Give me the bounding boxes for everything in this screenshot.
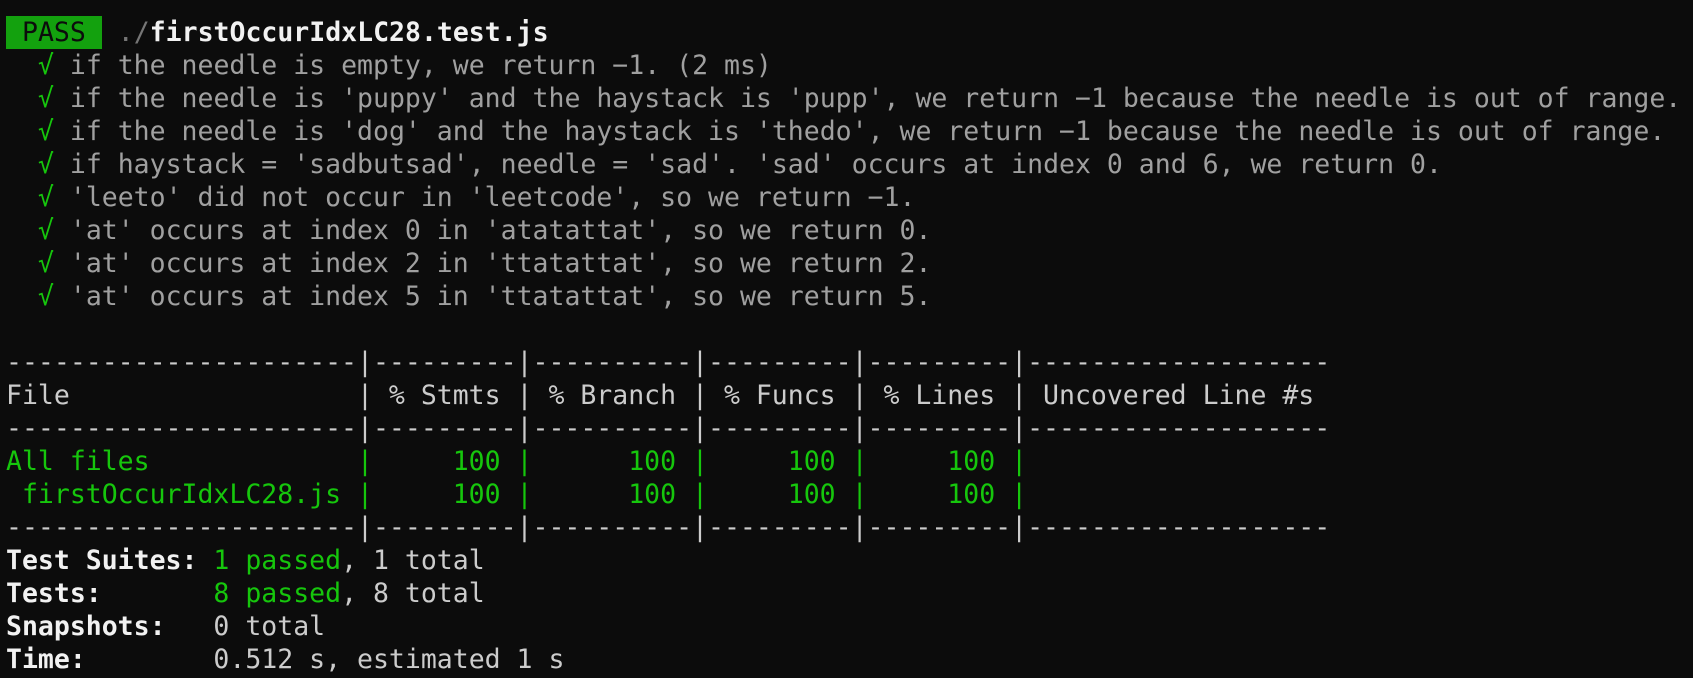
test-description: if haystack = 'sadbutsad', needle = 'sad… xyxy=(69,149,1442,180)
coverage-row-file: firstOccurIdxLC28.js | 100 | 100 | 100 |… xyxy=(6,479,1028,510)
summary-label: Time: xyxy=(6,644,214,675)
check-icon: √ xyxy=(37,83,54,114)
test-result-line: √ if the needle is 'dog' and the haystac… xyxy=(6,115,1693,148)
check-icon: √ xyxy=(37,281,54,312)
test-result-line: √ 'leeto' did not occur in 'leetcode', s… xyxy=(6,181,1693,214)
test-result-line: √ 'at' occurs at index 5 in 'ttatattat',… xyxy=(6,280,1693,313)
summary-total: , 8 total xyxy=(341,578,485,609)
summary-label: Tests: xyxy=(6,578,214,609)
test-result-line: √ if the needle is empty, we return −1. … xyxy=(6,49,1693,82)
coverage-separator: ----------------------|---------|-------… xyxy=(6,512,1331,543)
summary-snapshots: Snapshots: 0 total xyxy=(6,610,1693,643)
test-description: 'at' occurs at index 0 in 'atatattat', s… xyxy=(69,215,932,246)
test-result-line: √ if haystack = 'sadbutsad', needle = 's… xyxy=(6,148,1693,181)
check-icon: √ xyxy=(37,215,54,246)
check-icon: √ xyxy=(37,182,54,213)
test-result-line: √ 'at' occurs at index 2 in 'ttatattat',… xyxy=(6,247,1693,280)
check-icon: √ xyxy=(37,50,54,81)
test-description: 'leeto' did not occur in 'leetcode', so … xyxy=(69,182,916,213)
pass-badge: PASS xyxy=(6,16,102,49)
test-description: if the needle is 'dog' and the haystack … xyxy=(69,116,1666,147)
check-icon: √ xyxy=(37,149,54,180)
test-description: if the needle is empty, we return −1. (2… xyxy=(69,50,772,81)
coverage-separator: ----------------------|---------|-------… xyxy=(6,413,1331,444)
test-description: 'at' occurs at index 5 in 'ttatattat', s… xyxy=(69,281,932,312)
coverage-row-all-files: All files | 100 | 100 | 100 | 100 | xyxy=(6,446,1028,477)
test-description: if the needle is 'puppy' and the haystac… xyxy=(69,83,1682,114)
test-description: 'at' occurs at index 2 in 'ttatattat', s… xyxy=(69,248,932,279)
test-file-name: firstOccurIdxLC28.test.js xyxy=(149,17,549,48)
summary-time: Time: 0.512 s, estimated 1 s xyxy=(6,643,1693,676)
summary-tests: Tests: 8 passed, 8 total xyxy=(6,577,1693,610)
test-result-line: √ 'at' occurs at index 0 in 'atatattat',… xyxy=(6,214,1693,247)
summary-label: Test Suites: xyxy=(6,545,214,576)
summary-label: Snapshots: xyxy=(6,611,214,642)
check-icon: √ xyxy=(37,248,54,279)
summary-test-suites: Test Suites: 1 passed, 1 total xyxy=(6,544,1693,577)
summary-value: 0 total xyxy=(213,611,326,642)
test-result-line: √ if the needle is 'puppy' and the hayst… xyxy=(6,82,1693,115)
summary-value: 0.512 s, estimated 1 s xyxy=(213,644,565,675)
coverage-separator: ----------------------|---------|-------… xyxy=(6,347,1331,378)
summary-total: , 1 total xyxy=(341,545,485,576)
path-prefix: ./ xyxy=(117,17,150,48)
coverage-header: File | % Stmts | % Branch | % Funcs | % … xyxy=(6,380,1315,411)
summary-passed: 1 passed xyxy=(213,545,342,576)
summary-passed: 8 passed xyxy=(213,578,342,609)
test-file-header: PASS ./firstOccurIdxLC28.test.js xyxy=(6,16,1693,49)
terminal-output[interactable]: PASS ./firstOccurIdxLC28.test.js √ if th… xyxy=(0,0,1693,676)
check-icon: √ xyxy=(37,116,54,147)
